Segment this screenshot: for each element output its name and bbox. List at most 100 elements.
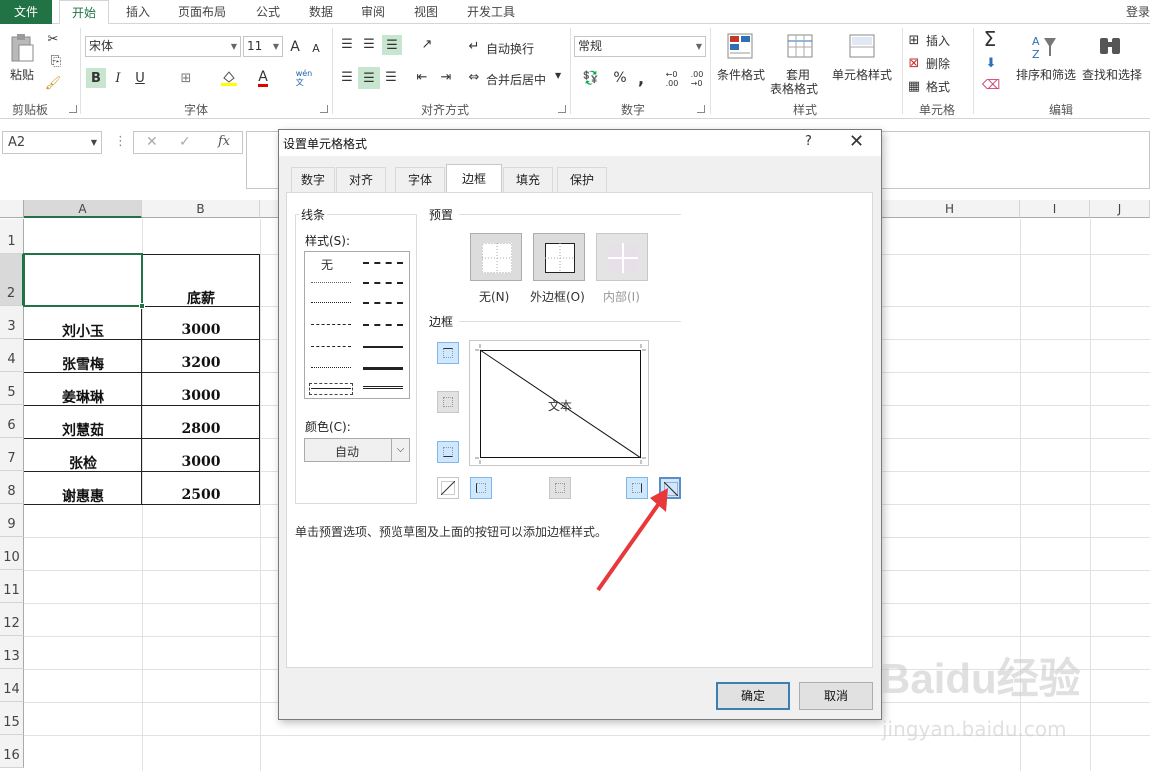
find-select-button[interactable]: 查找和选择 — [1082, 66, 1142, 83]
row-header-10[interactable]: 10 — [0, 537, 24, 570]
line-style-none[interactable]: 无 — [321, 256, 333, 273]
cell-b8[interactable]: 2500 — [142, 487, 260, 503]
row-header-8[interactable]: 8 — [0, 471, 24, 504]
cell-a7[interactable]: 张检 — [24, 453, 142, 473]
line-style-option[interactable] — [363, 367, 403, 370]
cell-b7[interactable]: 3000 — [142, 454, 260, 470]
tab-page-layout[interactable]: 页面布局 — [170, 0, 234, 24]
line-style-option[interactable] — [363, 282, 403, 284]
preset-none-label[interactable]: 无(N) — [479, 288, 509, 305]
paste-label[interactable]: 粘贴 — [10, 66, 34, 83]
border-bottom-button[interactable] — [437, 441, 459, 463]
cell-b3[interactable]: 3000 — [142, 322, 260, 338]
decrease-decimal-button[interactable]: .00 →0 — [686, 68, 708, 90]
line-style-option[interactable] — [363, 302, 403, 304]
preset-none-button[interactable] — [470, 233, 522, 281]
tab-protection[interactable]: 保护 — [557, 167, 607, 192]
sort-filter-button[interactable]: 排序和筛选 — [1016, 66, 1076, 83]
line-style-option[interactable] — [363, 346, 403, 348]
line-style-list[interactable]: 无 — [304, 251, 410, 399]
align-right-icon[interactable]: ☰ — [384, 68, 398, 86]
cell-styles-icon[interactable] — [848, 32, 878, 62]
tab-insert[interactable]: 插入 — [118, 0, 158, 24]
tab-border[interactable]: 边框 — [446, 164, 502, 193]
preset-outline-label[interactable]: 外边框(O) — [530, 288, 585, 305]
name-box[interactable]: A2 ▼ — [2, 131, 102, 154]
border-diagonal-up-button[interactable] — [437, 477, 459, 499]
row-header-16[interactable]: 16 — [0, 735, 24, 768]
cell-a8[interactable]: 谢惠惠 — [24, 486, 142, 506]
font-launcher-icon[interactable] — [320, 105, 328, 113]
delete-cells-button[interactable]: 删除 — [926, 55, 950, 72]
column-header-a[interactable]: A — [24, 200, 142, 218]
row-header-3[interactable]: 3 — [0, 306, 24, 339]
align-bottom-icon[interactable]: ☰ — [382, 35, 402, 55]
format-as-table-icon[interactable] — [786, 32, 816, 62]
clear-icon[interactable]: ⌫ — [982, 76, 1000, 94]
italic-button[interactable]: I — [110, 68, 126, 88]
line-style-option[interactable] — [311, 324, 351, 325]
line-style-option[interactable] — [311, 282, 351, 283]
align-middle-icon[interactable]: ☰ — [362, 36, 376, 52]
tab-review[interactable]: 审阅 — [351, 0, 395, 24]
cell-a6[interactable]: 刘慧茹 — [24, 420, 142, 440]
format-painter-icon[interactable]: 🖌 — [44, 74, 62, 92]
row-header-14[interactable]: 14 — [0, 669, 24, 702]
selected-cell-a2[interactable] — [23, 253, 143, 307]
login-link[interactable]: 登录 — [1126, 0, 1150, 24]
align-top-icon[interactable]: ☰ — [340, 36, 354, 52]
conditional-format-icon[interactable] — [726, 32, 756, 62]
border-inside-horizontal-button[interactable] — [437, 391, 459, 413]
row-header-6[interactable]: 6 — [0, 405, 24, 438]
enter-formula-icon[interactable]: ✓ — [179, 134, 191, 150]
align-center-icon[interactable]: ☰ — [358, 67, 380, 89]
cancel-formula-icon[interactable]: ✕ — [146, 134, 158, 150]
chevron-down-icon[interactable]: ⌵ — [391, 439, 409, 461]
select-all-corner[interactable] — [0, 200, 24, 218]
ok-button[interactable]: 确定 — [716, 682, 790, 710]
line-style-option[interactable] — [363, 324, 403, 326]
cancel-button[interactable]: 取消 — [799, 682, 873, 710]
tab-data[interactable]: 数据 — [299, 0, 343, 24]
chevron-down-icon[interactable]: ▼ — [555, 71, 561, 80]
clipboard-launcher-icon[interactable] — [69, 105, 77, 113]
cut-icon[interactable]: ✂ — [44, 30, 62, 48]
insert-function-icon[interactable]: fx — [218, 134, 230, 149]
preset-outline-button[interactable] — [533, 233, 585, 281]
alignment-launcher-icon[interactable] — [558, 105, 566, 113]
fill-icon[interactable]: ⬇ — [982, 54, 1000, 72]
font-color-icon[interactable]: A — [252, 68, 274, 88]
row-header-5[interactable]: 5 — [0, 372, 24, 405]
conditional-format-button[interactable]: 条件格式 — [717, 66, 765, 83]
find-select-icon[interactable] — [1096, 32, 1126, 62]
tab-formulas[interactable]: 公式 — [246, 0, 290, 24]
cell-a4[interactable]: 张雪梅 — [24, 354, 142, 374]
increase-decimal-button[interactable]: ←0 .00 — [662, 68, 682, 90]
font-size-combo[interactable]: 11 ▼ — [243, 36, 283, 57]
orientation-icon[interactable]: ↗ — [414, 36, 440, 52]
accounting-icon[interactable]: 💱 — [578, 68, 604, 88]
copy-icon[interactable]: ⎘ — [44, 52, 68, 70]
cell-styles-button[interactable]: 单元格样式 — [832, 66, 892, 83]
format-as-table-line2[interactable]: 表格格式 — [770, 80, 818, 97]
tab-developer[interactable]: 开发工具 — [457, 0, 525, 24]
column-header-i[interactable]: I — [1020, 200, 1090, 218]
line-style-option[interactable] — [311, 388, 351, 389]
number-format-combo[interactable]: 常规 ▼ — [574, 36, 706, 57]
paste-icon[interactable] — [8, 32, 36, 64]
fill-color-icon[interactable] — [218, 68, 240, 88]
tab-alignment[interactable]: 对齐 — [336, 167, 386, 192]
phonetic-icon[interactable]: wén 文 — [293, 66, 315, 90]
line-style-option[interactable] — [363, 386, 403, 389]
dialog-titlebar[interactable]: 设置单元格格式 ? ✕ — [279, 130, 881, 156]
column-header-j[interactable]: J — [1090, 200, 1150, 218]
merge-center-button[interactable]: 合并后居中 — [486, 71, 546, 88]
increase-indent-icon[interactable]: ⇥ — [438, 68, 454, 86]
border-preview[interactable]: 文本 — [469, 340, 649, 466]
percent-button[interactable]: % — [612, 68, 628, 88]
align-left-icon[interactable]: ☰ — [340, 68, 354, 86]
row-header-15[interactable]: 15 — [0, 702, 24, 735]
row-header-9[interactable]: 9 — [0, 504, 24, 537]
cell-a3[interactable]: 刘小玉 — [24, 321, 142, 341]
border-top-button[interactable] — [437, 342, 459, 364]
